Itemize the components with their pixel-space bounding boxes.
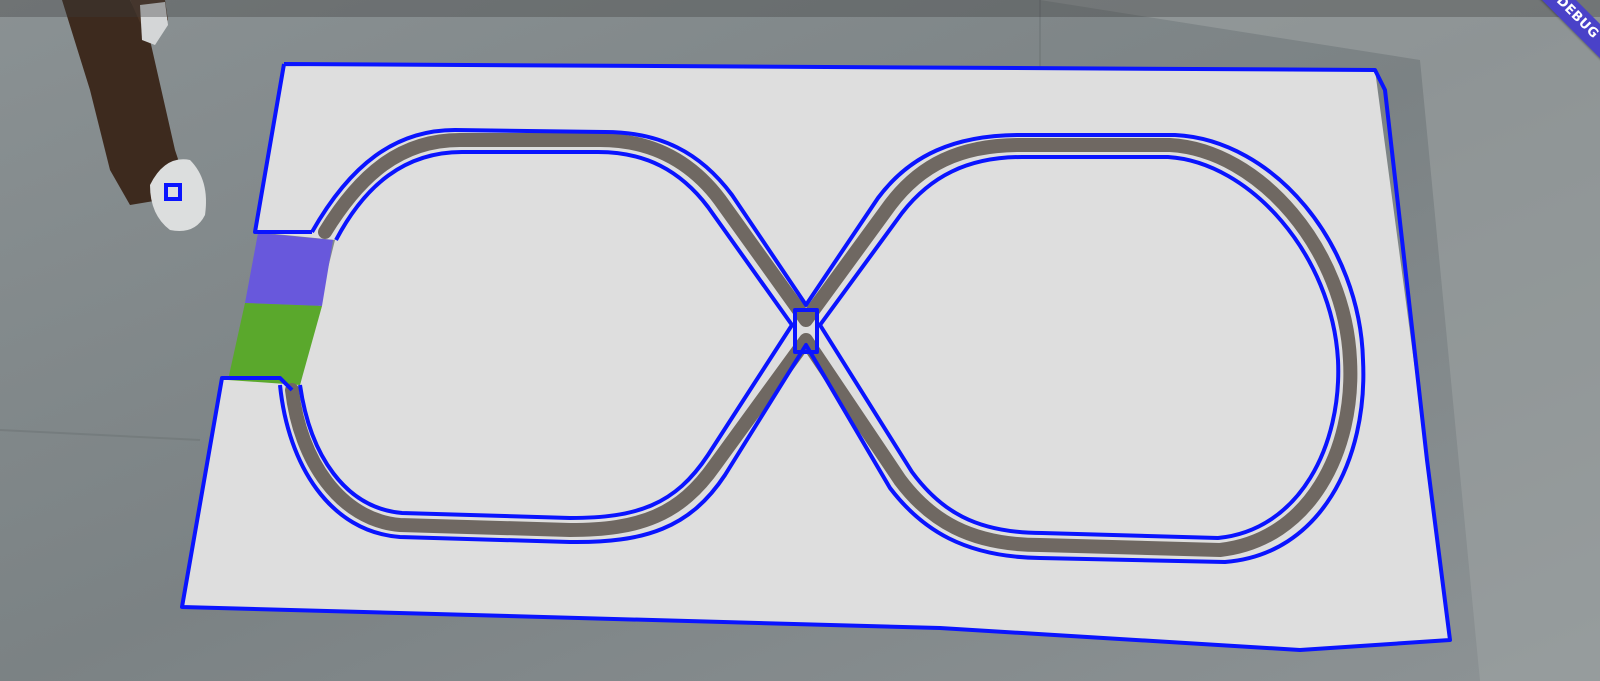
zone-upper <box>245 233 333 306</box>
status-bar <box>0 0 1600 17</box>
camera-view: DEBUG <box>0 0 1600 681</box>
camera-frame <box>0 0 1600 681</box>
